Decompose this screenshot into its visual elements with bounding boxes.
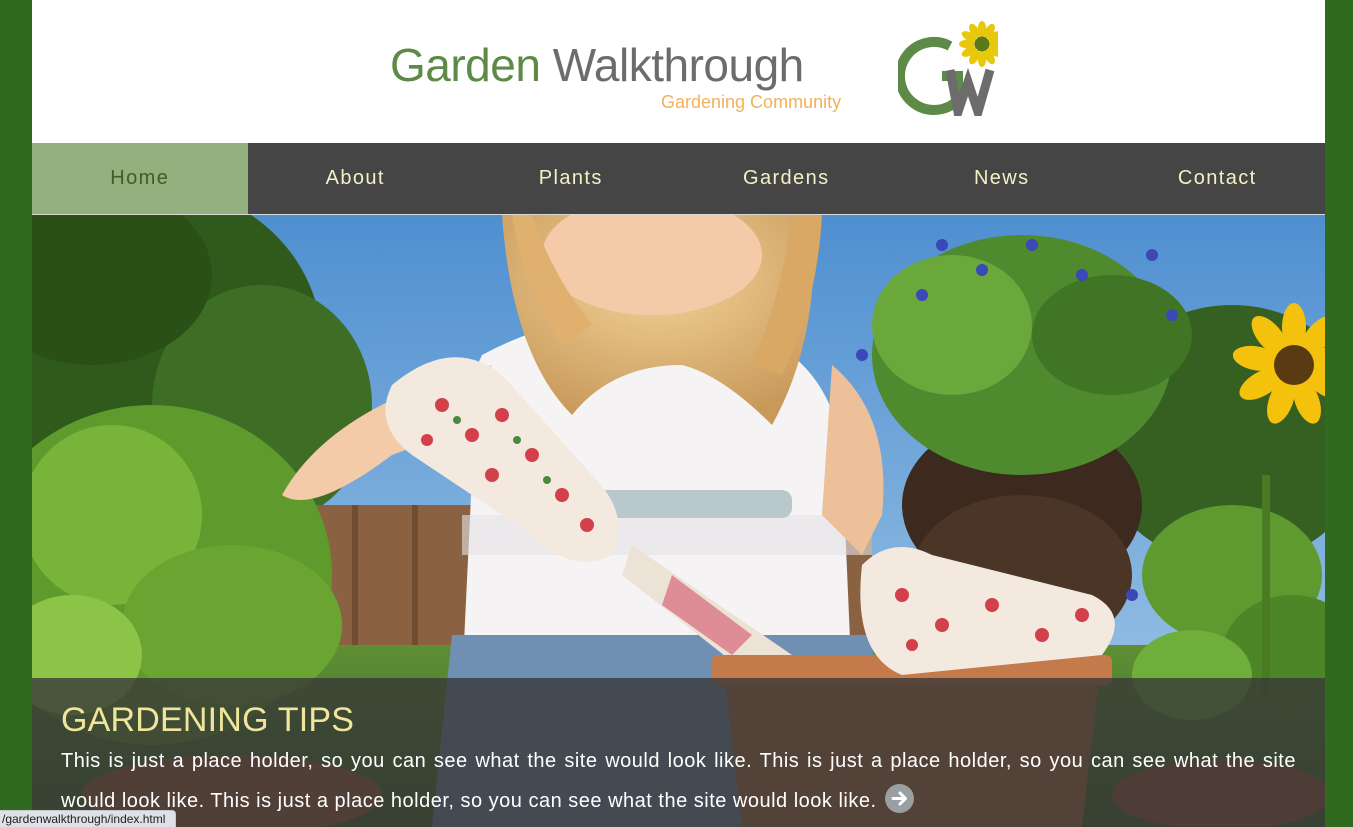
- logo-flower-icon: [959, 21, 998, 67]
- hero-description: This is just a place holder, so you can …: [61, 750, 1296, 812]
- nav-item-plants[interactable]: Plants: [463, 143, 679, 214]
- site-tagline: Gardening Community: [661, 92, 842, 112]
- nav-item-home[interactable]: Home: [32, 143, 248, 214]
- gw-logo-icon[interactable]: [898, 16, 998, 116]
- hero-title: GARDENING TIPS: [61, 701, 355, 739]
- hero-caption: GARDENING TIPS This is just a place hold…: [32, 678, 1325, 827]
- site-title-word-walkthrough: Walkthrough: [552, 39, 805, 91]
- nav-item-contact[interactable]: Contact: [1110, 143, 1326, 214]
- nav-item-about[interactable]: About: [248, 143, 464, 214]
- main-navigation: Home About Plants Gardens News Contact: [32, 143, 1325, 214]
- read-more-button[interactable]: [884, 784, 914, 814]
- hero-banner: GARDENING TIPS This is just a place hold…: [32, 215, 1325, 827]
- nav-item-gardens[interactable]: Gardens: [679, 143, 895, 214]
- browser-status-bar: /gardenwalkthrough/index.html: [0, 810, 177, 827]
- site-title[interactable]: Garden Walkthrough: [390, 38, 804, 92]
- site-header: Garden Walkthrough Gardening Community: [32, 0, 1325, 143]
- hero-text-wrap: This is just a place holder, so you can …: [61, 741, 1296, 821]
- page: Garden Walkthrough Gardening Community H…: [32, 0, 1325, 827]
- site-title-word-garden: Garden: [390, 39, 541, 91]
- arrow-right-circle-icon: [891, 791, 907, 806]
- nav-item-news[interactable]: News: [894, 143, 1110, 214]
